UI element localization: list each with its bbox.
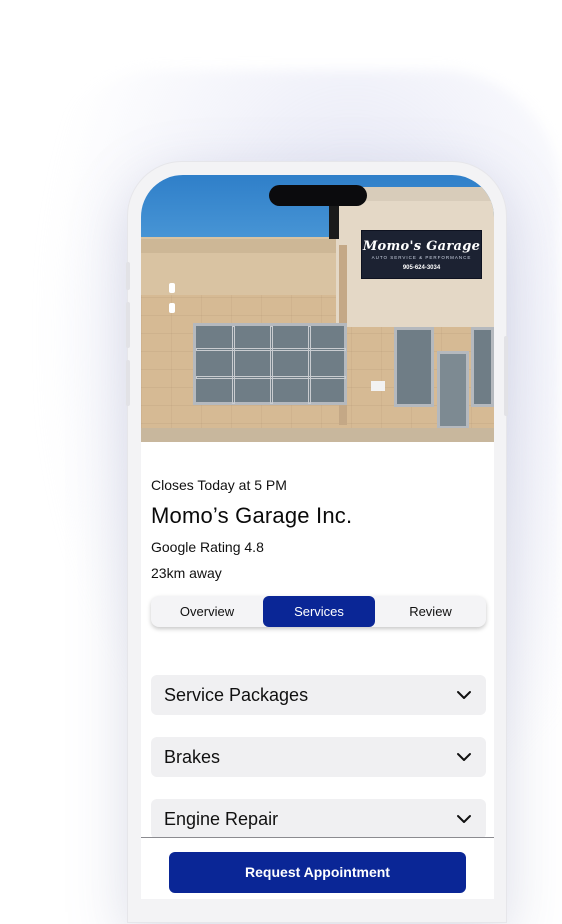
shop-door	[437, 351, 469, 429]
phone-side-button	[126, 360, 130, 406]
phone-screen: Momo's Garage AUTO SERVICE & PERFORMANCE…	[141, 175, 494, 899]
accordion-label: Service Packages	[164, 685, 309, 705]
rating-text: Google Rating 4.8	[151, 539, 264, 555]
chevron-down-icon	[457, 815, 471, 823]
tab-bar: Overview Services Review	[151, 596, 486, 627]
tab-services[interactable]: Services	[263, 596, 375, 627]
accordion-engine-repair[interactable]: Engine Repair	[151, 799, 486, 839]
accordion-brakes[interactable]: Brakes	[151, 737, 486, 777]
phone-side-button	[504, 336, 508, 416]
chevron-down-icon	[457, 753, 471, 761]
garage-sign: Momo's Garage AUTO SERVICE & PERFORMANCE…	[361, 230, 482, 279]
phone-side-button	[126, 262, 130, 290]
accordion-label: Brakes	[164, 747, 221, 767]
accordion-service-packages[interactable]: Service Packages	[151, 675, 486, 715]
shop-window	[394, 327, 434, 407]
distance-text: 23km away	[151, 565, 222, 581]
phone-side-button	[126, 302, 130, 348]
bottom-action-bar: Request Appointment	[141, 837, 494, 899]
business-name: Momo’s Garage Inc.	[151, 503, 353, 528]
hours-text: Closes Today at 5 PM	[151, 477, 287, 493]
chevron-down-icon	[457, 691, 471, 699]
tab-review[interactable]: Review	[375, 596, 486, 627]
dynamic-island	[269, 185, 367, 206]
accordion-label: Engine Repair	[164, 809, 279, 829]
garage-photo: Momo's Garage AUTO SERVICE & PERFORMANCE…	[141, 175, 494, 442]
request-appointment-button[interactable]: Request Appointment	[169, 852, 466, 893]
tab-overview[interactable]: Overview	[151, 596, 263, 627]
shop-window	[193, 323, 347, 405]
shop-window	[471, 327, 494, 407]
